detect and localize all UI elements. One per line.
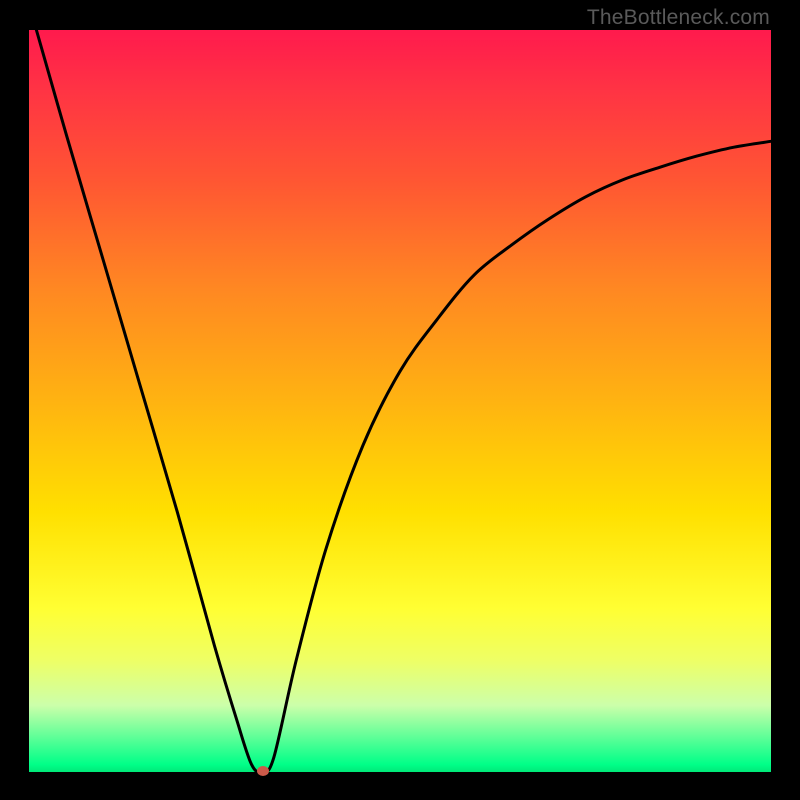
minimum-marker: [257, 766, 269, 776]
watermark-text: TheBottleneck.com: [587, 6, 770, 30]
chart-container: TheBottleneck.com: [0, 0, 800, 800]
plot-area: [29, 30, 771, 772]
bottleneck-curve: [29, 30, 771, 772]
